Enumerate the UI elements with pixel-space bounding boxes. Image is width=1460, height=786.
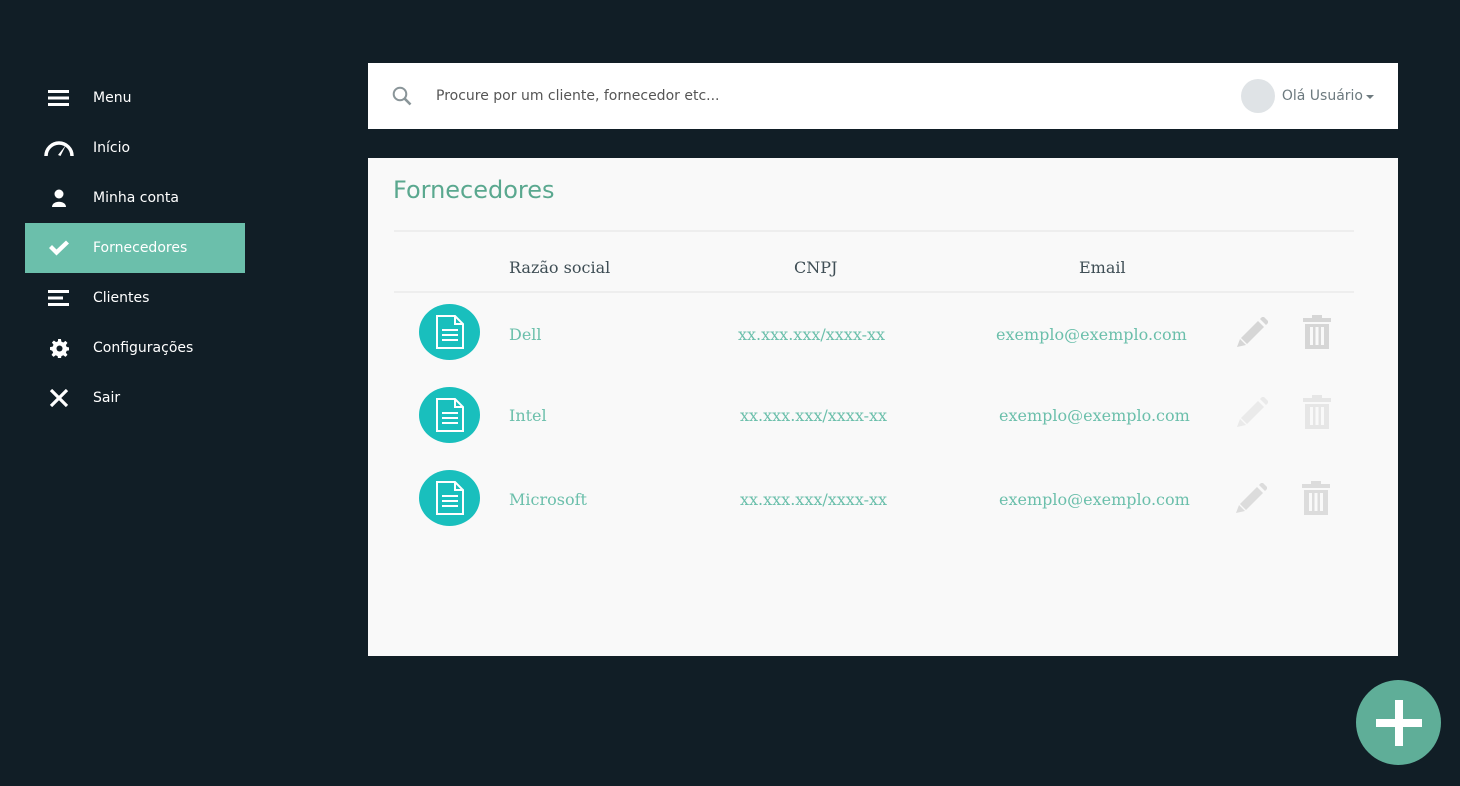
gear-icon [25, 338, 93, 358]
table-row: Intel xx.xxx.xxx/xxxx-xx exemplo@exemplo… [368, 387, 1398, 447]
caret-down-icon[interactable] [1366, 95, 1374, 99]
topbar: Olá Usuário [368, 63, 1398, 129]
sidebar-item-label: Sair [93, 390, 121, 406]
edit-pencil-icon[interactable] [1235, 483, 1267, 513]
check-icon [25, 240, 93, 256]
row-email: exemplo@exemplo.com [999, 490, 1190, 509]
row-cnpj: xx.xxx.xxx/xxxx-xx [740, 490, 888, 509]
edit-pencil-icon[interactable] [1236, 397, 1268, 427]
row-email: exemplo@exemplo.com [999, 406, 1190, 425]
row-razao-social: Intel [509, 406, 547, 425]
sidebar-item-sair[interactable]: Sair [25, 373, 245, 423]
sidebar-item-label: Minha conta [93, 190, 179, 206]
add-button[interactable] [1356, 680, 1441, 765]
column-header-cnpj: CNPJ [794, 258, 838, 277]
table-row: Microsoft xx.xxx.xxx/xxxx-xx exemplo@exe… [368, 470, 1398, 530]
table-row: Dell xx.xxx.xxx/xxxx-xx exemplo@exemplo.… [368, 304, 1398, 364]
list-lines-icon [25, 290, 93, 306]
divider [394, 230, 1354, 232]
sidebar-item-label: Início [93, 140, 131, 156]
column-header-razao-social: Razão social [509, 258, 611, 277]
sidebar-item-label: Fornecedores [93, 240, 188, 256]
sidebar-item-fornecedores[interactable]: Fornecedores [25, 223, 245, 273]
user-icon [25, 189, 93, 207]
sidebar-item-inicio[interactable]: Início [25, 123, 245, 173]
suppliers-panel: Fornecedores Razão social CNPJ Email Del… [368, 158, 1398, 656]
sidebar-item-label: Configurações [93, 340, 194, 356]
document-icon [419, 470, 480, 526]
sidebar-item-label: Clientes [93, 290, 150, 306]
sidebar-item-configuracoes[interactable]: Configurações [25, 323, 245, 373]
column-header-email: Email [1079, 258, 1126, 277]
user-greeting[interactable]: Olá Usuário [1282, 88, 1363, 104]
row-razao-social: Microsoft [509, 490, 587, 509]
speedometer-icon [25, 139, 93, 157]
search-icon[interactable] [392, 86, 412, 106]
user-menu[interactable]: Olá Usuário [1240, 79, 1374, 113]
page-title: Fornecedores [393, 176, 555, 204]
delete-trash-icon[interactable] [1302, 315, 1332, 349]
document-icon [419, 387, 480, 443]
sidebar-item-clientes[interactable]: Clientes [25, 273, 245, 323]
sidebar: Menu Início Minha conta Fornecedores Cli… [25, 73, 245, 423]
plus-icon [1375, 699, 1422, 746]
delete-trash-icon[interactable] [1301, 481, 1331, 515]
row-email: exemplo@exemplo.com [996, 325, 1187, 344]
sidebar-item-menu[interactable]: Menu [25, 73, 245, 123]
delete-trash-icon[interactable] [1302, 395, 1332, 429]
avatar[interactable] [1240, 79, 1275, 113]
hamburger-icon [25, 89, 93, 107]
search-input[interactable] [434, 87, 998, 105]
close-icon [25, 389, 93, 407]
row-cnpj: xx.xxx.xxx/xxxx-xx [740, 406, 888, 425]
sidebar-item-label: Menu [93, 90, 132, 106]
row-cnpj: xx.xxx.xxx/xxxx-xx [738, 325, 886, 344]
sidebar-item-minha-conta[interactable]: Minha conta [25, 173, 245, 223]
divider [394, 291, 1354, 293]
document-icon [419, 304, 480, 360]
edit-pencil-icon[interactable] [1236, 317, 1268, 347]
row-razao-social: Dell [509, 325, 542, 344]
